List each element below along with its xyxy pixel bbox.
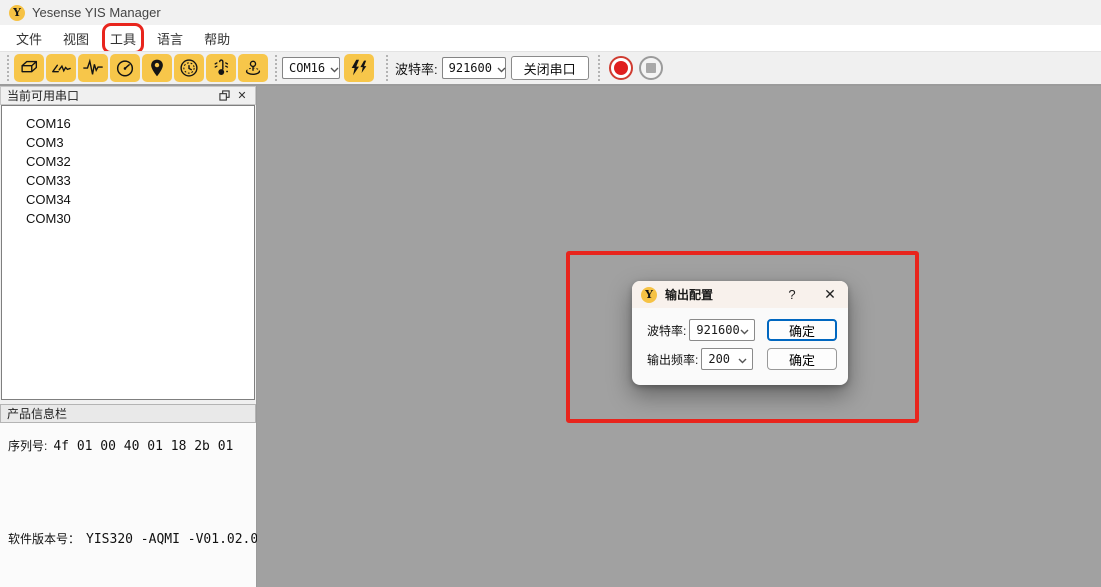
software-version-value: YIS320 -AQMI -V01.02.03; (86, 532, 274, 547)
attitude-button[interactable] (238, 54, 268, 82)
dialog-baud-value: 921600 (696, 323, 739, 337)
app-logo-icon (9, 5, 25, 21)
3d-view-button[interactable] (14, 54, 44, 82)
toolbar-drag-handle[interactable] (275, 55, 277, 81)
dialog-close-icon[interactable]: ✕ (821, 286, 839, 303)
workspace-area: 输出配置 ? ✕ 波特率: 921600 确定 输出频率: (257, 86, 1101, 587)
dock-title: 当前可用串口 (7, 87, 215, 104)
menu-view[interactable]: 视图 (59, 27, 93, 50)
baud-combo[interactable]: 921600 (442, 57, 506, 79)
serial-number-label: 序列号: (8, 437, 47, 454)
port-list-item[interactable]: COM16 (2, 114, 254, 133)
app-window: Yesense YIS Manager 文件 视图 工具 语言 帮助 (0, 0, 1101, 587)
close-serial-port-button[interactable]: 关闭串口 (511, 56, 589, 80)
gauge-button[interactable] (110, 54, 140, 82)
utc-time-button[interactable] (174, 54, 204, 82)
refresh-lightning-icon (348, 57, 370, 79)
chevron-down-icon (740, 323, 749, 338)
chevron-down-icon (738, 352, 747, 367)
refresh-ports-button[interactable] (344, 54, 374, 82)
toolbar: COM16 波特率: 921600 关闭串口 (0, 51, 1101, 86)
software-version-line: 软件版本号： YIS320 -AQMI -V01.02.03; (8, 530, 256, 547)
close-panel-icon[interactable]: ✕ (233, 88, 251, 103)
dock-header: 当前可用串口 ✕ (0, 86, 256, 105)
location-pin-icon (146, 57, 168, 79)
menu-tools[interactable]: 工具 (106, 27, 140, 50)
dialog-logo-icon (641, 287, 657, 303)
serial-number-line: 序列号: 4f 01 00 40 01 18 2b 01 (8, 437, 256, 454)
gauge-icon (114, 57, 136, 79)
baud-confirm-button[interactable]: 确定 (767, 319, 837, 341)
thermometer-icon (210, 57, 232, 79)
waveform-plot-button[interactable] (78, 54, 108, 82)
port-list-item[interactable]: COM33 (2, 171, 254, 190)
dialog-baud-combo[interactable]: 921600 (689, 319, 755, 341)
toolbar-drag-handle[interactable] (386, 55, 388, 81)
stop-button[interactable] (639, 56, 663, 80)
output-rate-row: 输出频率: 200 确定 (647, 348, 837, 370)
serial-port-panel: 当前可用串口 ✕ COM16 COM3 COM32 COM33 COM34 CO… (0, 86, 257, 587)
record-button[interactable] (609, 56, 633, 80)
port-list-item[interactable]: COM32 (2, 152, 254, 171)
dialog-rate-label: 输出频率: (647, 351, 698, 368)
dialog-rate-value: 200 (708, 352, 730, 366)
angle-plot-button[interactable] (46, 54, 76, 82)
rate-confirm-button[interactable]: 确定 (767, 348, 837, 370)
baud-rate-label: 波特率: (395, 59, 438, 78)
app-title: Yesense YIS Manager (32, 5, 161, 20)
dialog-baud-label: 波特率: (647, 322, 686, 339)
serial-number-value: 4f 01 00 40 01 18 2b 01 (53, 439, 233, 454)
menu-help[interactable]: 帮助 (200, 27, 234, 50)
dialog-body: 波特率: 921600 确定 输出频率: 200 确定 (632, 308, 848, 370)
title-bar: Yesense YIS Manager (0, 0, 1101, 25)
angle-waveform-icon (50, 57, 72, 79)
output-config-dialog: 输出配置 ? ✕ 波特率: 921600 确定 输出频率: (632, 281, 848, 385)
float-panel-icon[interactable] (215, 88, 233, 103)
location-button[interactable] (142, 54, 172, 82)
chevron-down-icon (330, 61, 339, 76)
baud-rate-row: 波特率: 921600 确定 (647, 319, 837, 341)
temperature-button[interactable] (206, 54, 236, 82)
chevron-down-icon (497, 61, 506, 76)
cube-3d-icon (18, 57, 40, 79)
port-combo-value: COM16 (289, 61, 325, 75)
toolbar-drag-handle[interactable] (7, 55, 9, 81)
menu-bar: 文件 视图 工具 语言 帮助 (0, 25, 1101, 51)
product-info-body: 序列号: 4f 01 00 40 01 18 2b 01 软件版本号： YIS3… (0, 423, 256, 587)
port-combo[interactable]: COM16 (282, 57, 340, 79)
port-list: COM16 COM3 COM32 COM33 COM34 COM30 (1, 105, 255, 400)
utc-clock-icon (178, 57, 200, 79)
dialog-title-bar: 输出配置 ? ✕ (632, 281, 848, 308)
port-list-item[interactable]: COM3 (2, 133, 254, 152)
dialog-title: 输出配置 (665, 286, 783, 303)
menu-language[interactable]: 语言 (153, 27, 187, 50)
toolbar-drag-handle[interactable] (598, 55, 600, 81)
record-icon (614, 61, 628, 75)
product-info-header: 产品信息栏 (0, 404, 256, 423)
port-list-item[interactable]: COM30 (2, 209, 254, 228)
menu-file[interactable]: 文件 (12, 27, 46, 50)
port-list-item[interactable]: COM34 (2, 190, 254, 209)
dialog-help-button[interactable]: ? (783, 287, 801, 302)
baud-combo-value: 921600 (449, 61, 492, 75)
stop-icon (646, 63, 656, 73)
software-version-label: 软件版本号： (8, 530, 80, 547)
vibration-waveform-icon (82, 57, 104, 79)
attitude-sensor-icon (242, 57, 264, 79)
dialog-rate-combo[interactable]: 200 (701, 348, 753, 370)
